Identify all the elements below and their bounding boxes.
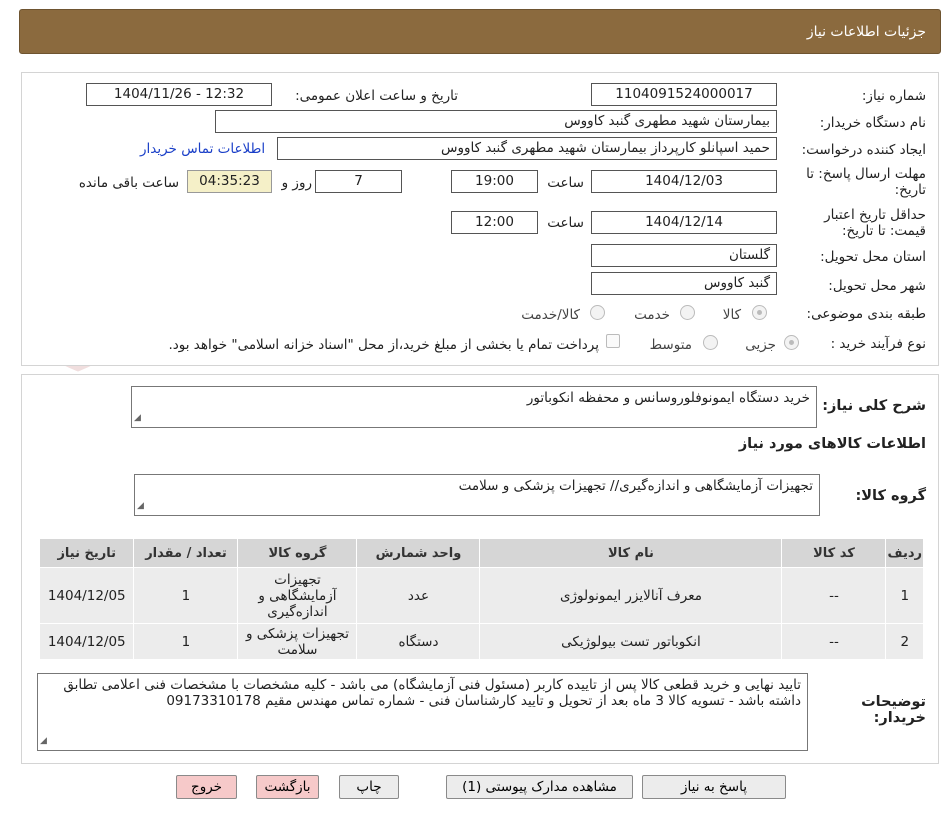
category-option-service: خدمت [634,307,670,323]
cell-qty: 1 [133,567,239,624]
cell-name: معرف آنالایزر ایمونولوژی [479,567,783,624]
goods-group-label: گروه کالا: [855,488,926,504]
announce-label: تاریخ و ساعت اعلان عمومی: [295,88,458,104]
validity-label: حداقل تاریخ اعتبار قیمت: تا تاریخ: [824,207,926,239]
process-label: نوع فرآیند خرید : [830,336,926,352]
goods-table: ردیف کد کالا نام کالا واحد شمارش گروه کا… [38,538,924,660]
resize-grip-icon: ◢ [40,736,47,746]
announce-datetime-field: 1404/11/26 - 12:32 [86,83,272,106]
buyer-notes-label: توضیحات خریدار: [861,694,926,726]
cell-code: -- [781,623,887,660]
creator-field: حمید اسپانلو کارپرداز بیمارستان شهید مطه… [277,137,777,160]
need-number-field: 1104091524000017 [591,83,777,106]
table-row: 2 -- انکوباتور تست بیولوژیکی دستگاه تجهی… [38,623,924,660]
deadline-time-label: ساعت [547,175,584,191]
process-option-medium: متوسط [649,337,692,353]
buyer-notes-textbox: تایید نهایی و خرید قطعی کالا پس از تایید… [37,673,808,751]
buyer-notes-text: تایید نهایی و خرید قطعی کالا پس از تایید… [63,677,801,709]
col-header-name: نام کالا [479,538,783,568]
city-label: شهر محل تحویل: [828,278,926,294]
cell-date: 1404/12/05 [38,623,135,660]
category-radio-service[interactable] [680,305,695,320]
cell-group: تجهیزات آزمایشگاهی و اندازه‌گیری [237,567,358,624]
reply-button[interactable]: پاسخ به نیاز [642,775,786,799]
description-textbox: خرید دستگاه ایمونوفلوروسانس و محفظه انکو… [131,386,817,428]
attachments-button[interactable]: مشاهده مدارک پیوستی (1) [446,775,633,799]
goods-info-title: اطلاعات کالاهای مورد نیاز [738,436,926,452]
cell-row: 2 [885,623,924,660]
process-radio-minor[interactable] [784,335,799,350]
treasury-checkbox[interactable] [606,334,620,348]
payment-note: پرداخت تمام یا بخشی از مبلغ خرید،از محل … [168,337,599,353]
buyer-label: نام دستگاه خریدار: [819,115,926,131]
days-field: 7 [315,170,402,193]
table-row: 1 -- معرف آنالایزر ایمونولوژی عدد تجهیزا… [38,567,924,624]
city-field: گنبد کاووس [591,272,777,295]
cell-row: 1 [885,567,924,624]
page-header: جزئيات اطلاعات نياز [19,9,941,54]
days-label: روز و [281,175,312,191]
creator-label: ایجاد کننده درخواست: [801,142,926,158]
cell-unit: دستگاه [356,623,481,660]
remaining-label: ساعت باقی مانده [78,175,179,191]
category-option-goods: کالا [722,307,741,323]
buyer-field: بیمارستان شهید مطهری گنبد کاووس [215,110,777,133]
exit-button[interactable]: خروج [176,775,237,799]
process-option-minor: جزیی [745,337,776,353]
cell-unit: عدد [356,567,481,624]
need-number-label: شماره نیاز: [861,88,926,104]
category-label: طبقه بندی موضوعی: [806,306,926,322]
col-header-qty: تعداد / مقدار [133,538,239,568]
deadline-label: مهلت ارسال پاسخ: تا تاریخ: [806,166,926,198]
validity-time-field: 12:00 [451,211,538,234]
cell-qty: 1 [133,623,239,660]
validity-time-label: ساعت [547,215,584,231]
goods-group-text: تجهیزات آزمایشگاهی و اندازه‌گیری// تجهیز… [458,478,813,494]
description-text: خرید دستگاه ایمونوفلوروسانس و محفظه انکو… [526,390,810,406]
cell-group: تجهیزات پزشکی و سلامت [237,623,358,660]
col-header-group: گروه کالا [237,538,358,568]
col-header-unit: واحد شمارش [356,538,481,568]
table-header-row: ردیف کد کالا نام کالا واحد شمارش گروه کا… [38,538,924,568]
col-header-code: کد کالا [781,538,887,568]
province-label: استان محل تحویل: [820,249,926,265]
buyer-contact-link[interactable]: اطلاعات تماس خریدار [140,141,265,157]
category-radio-both[interactable] [590,305,605,320]
remaining-time-field: 04:35:23 [187,170,272,193]
cell-code: -- [781,567,887,624]
cell-date: 1404/12/05 [38,567,135,624]
page-title: جزئيات اطلاعات نياز [806,24,926,40]
resize-grip-icon: ◢ [134,413,141,423]
col-header-row: ردیف [885,538,924,568]
category-option-both: کالا/خدمت [521,307,580,323]
resize-grip-icon: ◢ [137,501,144,511]
cell-name: انکوباتور تست بیولوژیکی [479,623,783,660]
deadline-time-field: 19:00 [451,170,538,193]
province-field: گلستان [591,244,777,267]
process-radio-medium[interactable] [703,335,718,350]
goods-group-textbox: تجهیزات آزمایشگاهی و اندازه‌گیری// تجهیز… [134,474,820,516]
print-button[interactable]: چاپ [339,775,399,799]
description-label: شرح کلی نیاز: [822,398,926,414]
deadline-date-field: 1404/12/03 [591,170,777,193]
col-header-date: تاریخ نیاز [38,538,135,568]
category-radio-goods[interactable] [752,305,767,320]
validity-date-field: 1404/12/14 [591,211,777,234]
back-button[interactable]: بازگشت [256,775,319,799]
